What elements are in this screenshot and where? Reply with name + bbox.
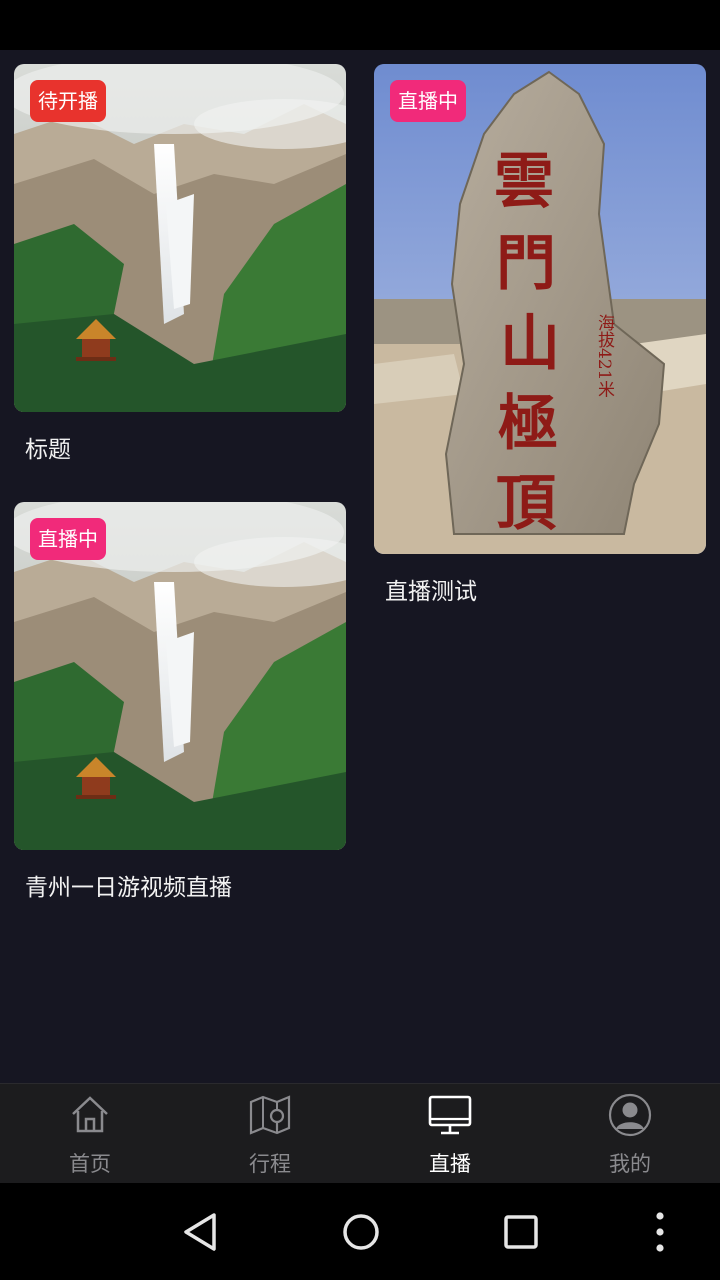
live-list: 待开播 标题 雲 門 山 極 頂 海拔421米 直播中 直播测试 直播中 青州一… [0, 50, 720, 1083]
status-bar [0, 0, 720, 50]
monument-char: 頂 [496, 469, 557, 539]
status-badge: 直播中 [30, 518, 106, 560]
tab-profile[interactable]: 我的 [540, 1084, 720, 1183]
tab-label: 首页 [69, 1152, 111, 1176]
tab-live[interactable]: 直播 [360, 1084, 540, 1183]
user-icon [608, 1093, 652, 1137]
live-card[interactable]: 待开播 标题 [14, 64, 346, 464]
monument-char: 門 [496, 229, 556, 299]
live-card[interactable]: 雲 門 山 極 頂 海拔421米 直播中 直播测试 [374, 64, 706, 606]
card-thumbnail: 待开播 [14, 64, 346, 412]
recents-icon[interactable] [498, 1209, 544, 1255]
monument-char: 雲 [494, 147, 554, 217]
home-circle-icon[interactable] [338, 1209, 384, 1255]
home-icon [72, 1096, 108, 1133]
tab-label: 行程 [249, 1152, 291, 1176]
monitor-icon [428, 1095, 472, 1135]
card-title: 青州一日游视频直播 [25, 875, 232, 901]
monument-small-text: 海拔421米 [594, 314, 615, 397]
card-title: 标题 [25, 437, 71, 463]
map-icon [249, 1095, 291, 1135]
stone-monument-image: 雲 門 山 極 頂 海拔421米 [374, 64, 706, 554]
back-icon[interactable] [178, 1209, 224, 1255]
bottom-tab-bar: 首页 行程 直播 我的 [0, 1083, 720, 1183]
card-thumbnail: 直播中 [14, 502, 346, 850]
card-title: 直播测试 [385, 579, 477, 605]
tab-home[interactable]: 首页 [0, 1084, 180, 1183]
more-icon[interactable] [637, 1209, 683, 1255]
status-badge: 直播中 [390, 80, 466, 122]
tab-label: 我的 [609, 1152, 651, 1176]
status-badge: 待开播 [30, 80, 106, 122]
system-navigation-bar [0, 1183, 720, 1280]
live-card[interactable]: 直播中 青州一日游视频直播 [14, 502, 346, 902]
tab-label: 直播 [429, 1152, 471, 1176]
tab-itinerary[interactable]: 行程 [180, 1084, 360, 1183]
monument-char: 極 [498, 389, 558, 459]
card-thumbnail: 雲 門 山 極 頂 海拔421米 直播中 [374, 64, 706, 554]
monument-char: 山 [500, 309, 560, 379]
